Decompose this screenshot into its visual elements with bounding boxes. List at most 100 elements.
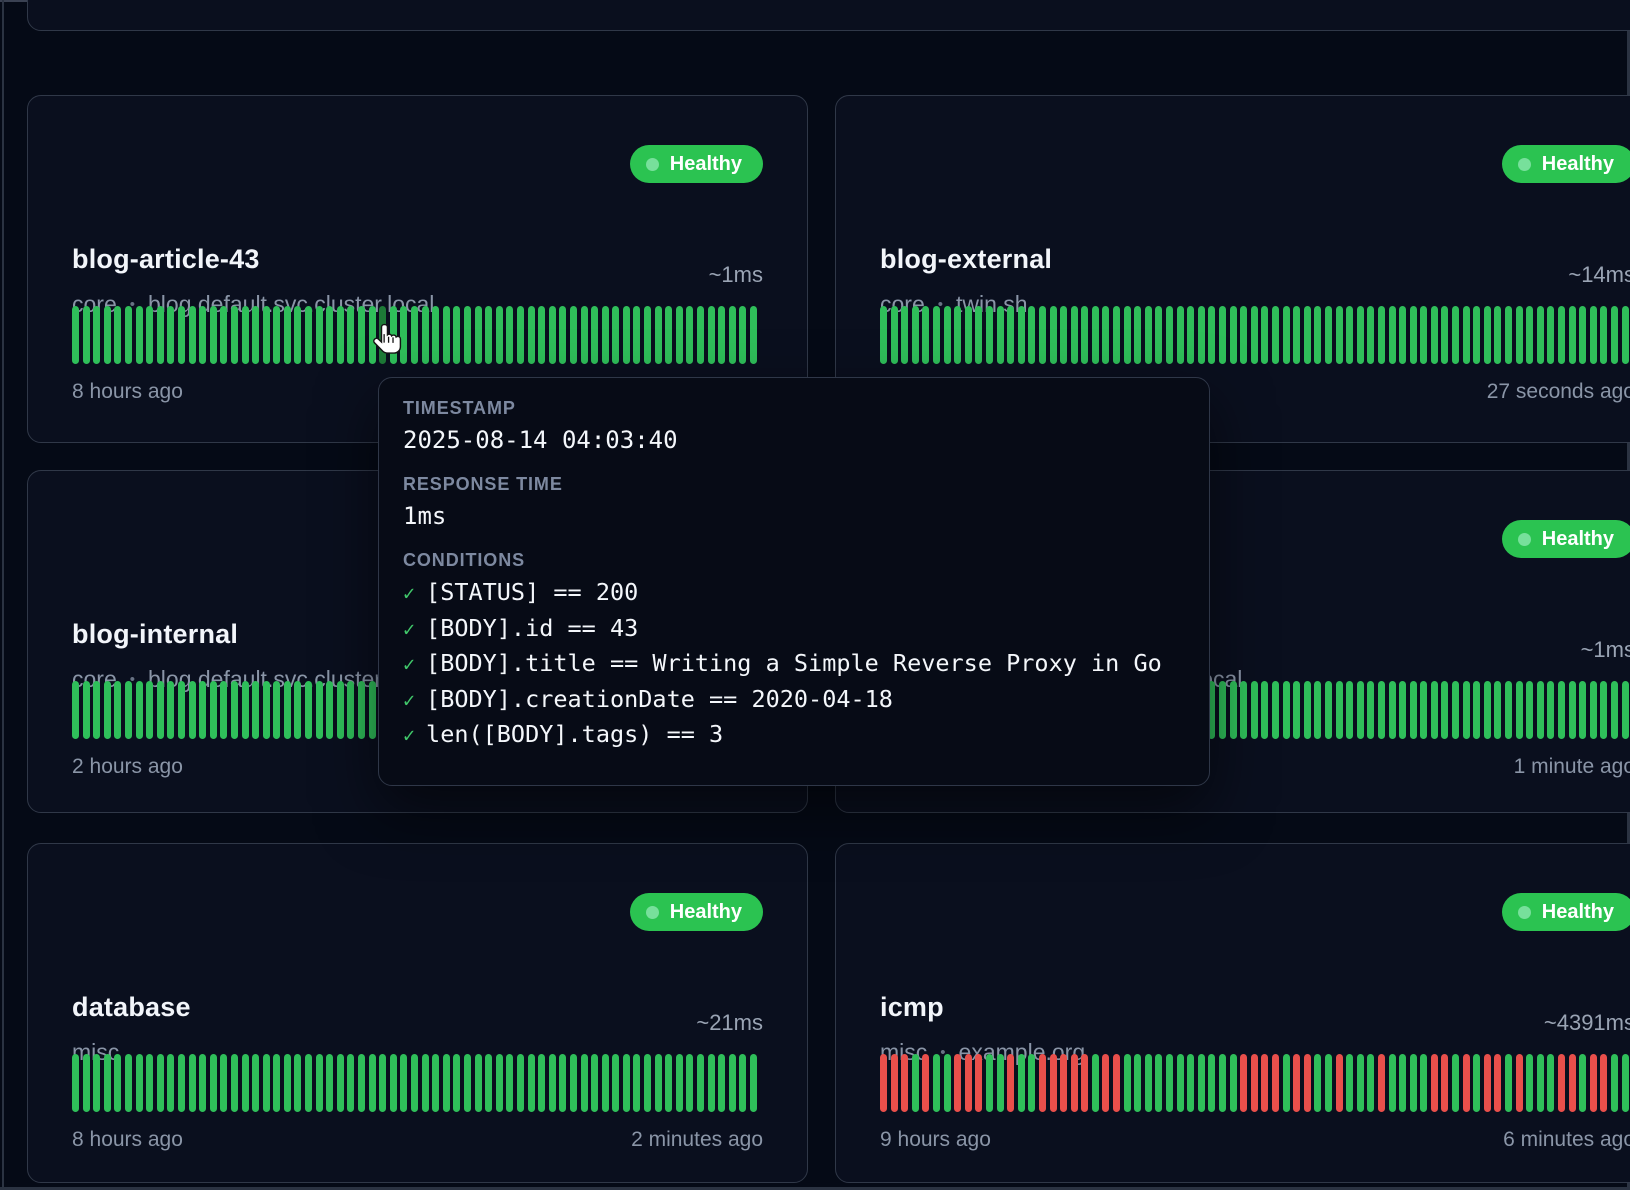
health-bar-success[interactable] (1590, 681, 1597, 739)
health-bar-success[interactable] (997, 306, 1004, 364)
health-bar-success[interactable] (1251, 306, 1258, 364)
health-bar-success[interactable] (83, 306, 90, 364)
health-bar-success[interactable] (750, 306, 757, 364)
health-bar-failure[interactable] (1304, 1054, 1311, 1112)
health-bar-success[interactable] (167, 306, 174, 364)
health-bar-success[interactable] (1155, 1054, 1162, 1112)
health-bar-success[interactable] (1028, 1054, 1035, 1112)
health-bar-success[interactable] (411, 306, 418, 364)
health-bar-success[interactable] (538, 306, 545, 364)
health-bar-success[interactable] (602, 1054, 609, 1112)
health-bar-success[interactable] (1526, 681, 1533, 739)
health-bar-success[interactable] (891, 306, 898, 364)
health-bar-success[interactable] (1230, 681, 1237, 739)
health-bar-success[interactable] (655, 1054, 662, 1112)
health-bar-success[interactable] (432, 306, 439, 364)
health-bar-success[interactable] (1611, 306, 1618, 364)
health-bar-failure[interactable] (1463, 1054, 1470, 1112)
health-bar-success[interactable] (242, 306, 249, 364)
health-bar-success[interactable] (210, 306, 217, 364)
health-bar-success[interactable] (1304, 306, 1311, 364)
health-bar-success[interactable] (263, 681, 270, 739)
health-bar-success[interactable] (1420, 306, 1427, 364)
health-bar-failure[interactable] (975, 1054, 982, 1112)
health-bar-success[interactable] (485, 1054, 492, 1112)
health-bar-success[interactable] (986, 306, 993, 364)
health-bar-success[interactable] (922, 306, 929, 364)
health-bar-success[interactable] (284, 681, 291, 739)
health-bar-success[interactable] (1018, 306, 1025, 364)
health-bar-success[interactable] (104, 681, 111, 739)
health-bar-success[interactable] (1060, 306, 1067, 364)
health-bar-success[interactable] (1198, 306, 1205, 364)
health-bar-success[interactable] (390, 1054, 397, 1112)
health-bar-success[interactable] (1208, 306, 1215, 364)
health-bar-success[interactable] (1145, 1054, 1152, 1112)
health-bar-success[interactable] (549, 1054, 556, 1112)
health-bar-failure[interactable] (1240, 1054, 1247, 1112)
health-bar-success[interactable] (220, 681, 227, 739)
health-bar-success[interactable] (114, 681, 121, 739)
health-bar-success[interactable] (1611, 1054, 1618, 1112)
health-bar-success[interactable] (1569, 306, 1576, 364)
health-bar-success[interactable] (1484, 681, 1491, 739)
health-bar-success[interactable] (1357, 306, 1364, 364)
health-bar-success[interactable] (146, 1054, 153, 1112)
health-bar-success[interactable] (294, 681, 301, 739)
health-bar-success[interactable] (1420, 1054, 1427, 1112)
health-bar-success[interactable] (1367, 681, 1374, 739)
health-bar-success[interactable] (623, 1054, 630, 1112)
health-bar-success[interactable] (326, 1054, 333, 1112)
health-bar-success[interactable] (189, 306, 196, 364)
health-bar-success[interactable] (422, 306, 429, 364)
health-bar-success[interactable] (912, 306, 919, 364)
health-bar-success[interactable] (1272, 681, 1279, 739)
health-bar-success[interactable] (644, 306, 651, 364)
health-bar-success[interactable] (347, 1054, 354, 1112)
health-bar-success[interactable] (210, 1054, 217, 1112)
health-bar-success[interactable] (933, 1054, 940, 1112)
health-bar-failure[interactable] (891, 1054, 898, 1112)
health-bar-success[interactable] (72, 306, 79, 364)
health-bar-success[interactable] (157, 681, 164, 739)
health-bar-failure[interactable] (1071, 1054, 1078, 1112)
health-bar-success[interactable] (199, 306, 206, 364)
health-bar-success[interactable] (1134, 1054, 1141, 1112)
health-bar-success[interactable] (1018, 1054, 1025, 1112)
health-bar-failure[interactable] (1516, 1054, 1523, 1112)
health-bar-success[interactable] (400, 1054, 407, 1112)
health-bar-success[interactable] (506, 306, 513, 364)
health-bar-success[interactable] (1219, 306, 1226, 364)
health-bar-success[interactable] (210, 681, 217, 739)
health-bar-success[interactable] (369, 681, 376, 739)
health-bar-success[interactable] (1441, 306, 1448, 364)
health-bar-success[interactable] (933, 306, 940, 364)
health-bar-success[interactable] (1240, 681, 1247, 739)
health-bar-success[interactable] (1600, 681, 1607, 739)
health-bar-success[interactable] (1389, 306, 1396, 364)
health-bar-success[interactable] (125, 306, 132, 364)
health-bar-failure[interactable] (1050, 1054, 1057, 1112)
health-bar-success[interactable] (1484, 306, 1491, 364)
health-bar-success[interactable] (305, 306, 312, 364)
health-bar-failure[interactable] (965, 1054, 972, 1112)
health-bar-success[interactable] (729, 306, 736, 364)
health-bar-success[interactable] (1410, 1054, 1417, 1112)
health-bar-success[interactable] (1547, 681, 1554, 739)
health-bar-success[interactable] (104, 306, 111, 364)
health-bar-success[interactable] (581, 306, 588, 364)
health-bar-success[interactable] (242, 681, 249, 739)
health-bar-success[interactable] (146, 681, 153, 739)
health-bar-failure[interactable] (1081, 1054, 1088, 1112)
health-bar-success[interactable] (453, 306, 460, 364)
health-bar-success[interactable] (263, 1054, 270, 1112)
health-bar-success[interactable] (954, 306, 961, 364)
health-bar-success[interactable] (1336, 681, 1343, 739)
health-bar-success[interactable] (1198, 1054, 1205, 1112)
health-bar-success[interactable] (997, 1054, 1004, 1112)
health-bar-success[interactable] (1473, 681, 1480, 739)
health-bar-failure[interactable] (1600, 1054, 1607, 1112)
health-bar-success[interactable] (1516, 681, 1523, 739)
health-bar-success[interactable] (146, 306, 153, 364)
health-bar-success[interactable] (1124, 1054, 1131, 1112)
